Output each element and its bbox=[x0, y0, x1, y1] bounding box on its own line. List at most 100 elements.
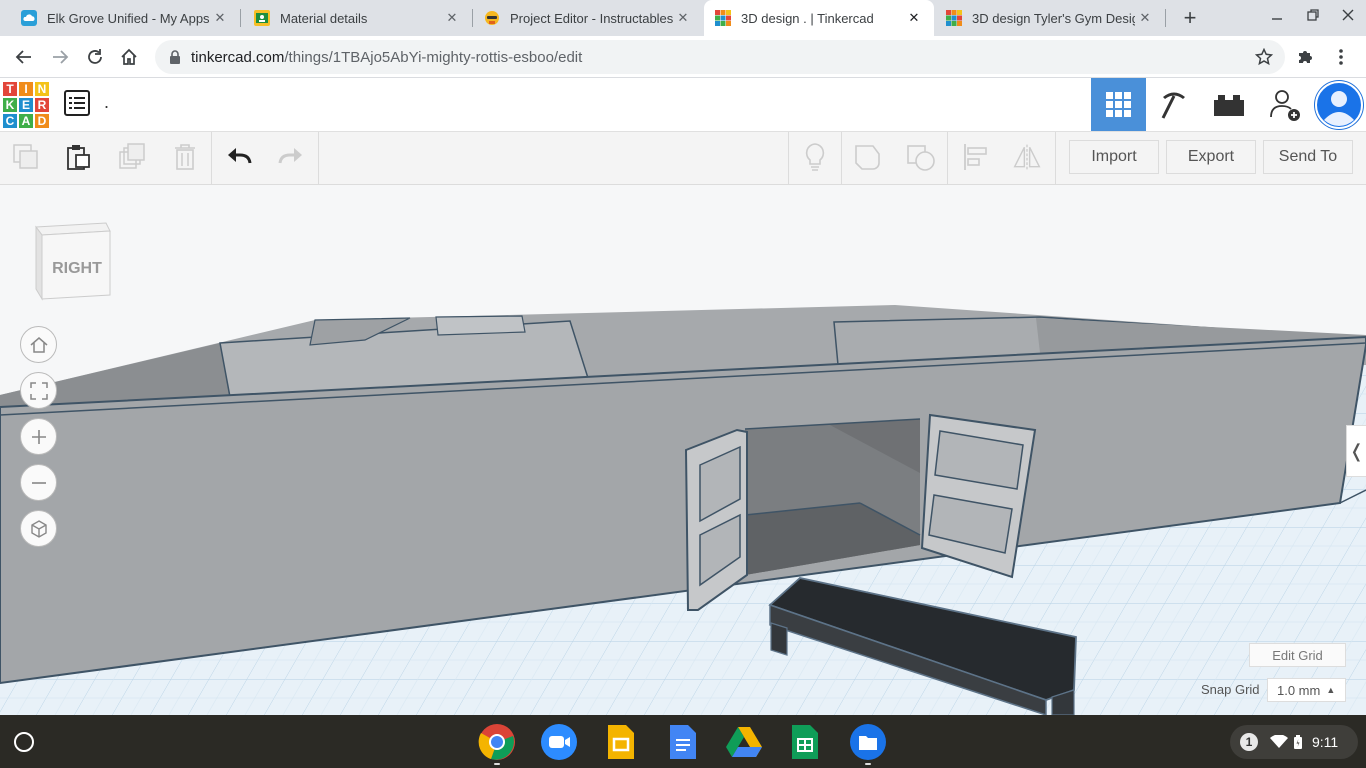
tinkercad-logo[interactable]: T I N K E R C A D bbox=[2, 81, 50, 129]
close-tab-icon[interactable]: ✕ bbox=[904, 10, 924, 26]
chrome-icon[interactable] bbox=[478, 723, 516, 761]
redo-icon bbox=[278, 148, 302, 164]
zoom-out-icon bbox=[31, 481, 46, 484]
bookmark-star-icon[interactable] bbox=[1255, 48, 1273, 66]
tab-title: Elk Grove Unified - My Apps bbox=[47, 10, 210, 26]
forward-icon[interactable] bbox=[46, 43, 74, 71]
paste-button[interactable] bbox=[63, 142, 93, 172]
group-button[interactable] bbox=[853, 142, 883, 172]
edit-grid-button[interactable]: Edit Grid bbox=[1249, 643, 1346, 667]
reload-icon[interactable] bbox=[81, 43, 109, 71]
lock-icon bbox=[170, 50, 180, 64]
snap-grid-select[interactable]: 1.0 mm ▲ bbox=[1267, 678, 1346, 702]
collapse-panel-button[interactable]: ❬ bbox=[1346, 425, 1366, 477]
delete-button[interactable] bbox=[170, 142, 200, 172]
bricks-view-button[interactable] bbox=[1201, 78, 1256, 131]
close-tab-icon[interactable]: ✕ bbox=[442, 10, 462, 26]
close-tab-icon[interactable]: ✕ bbox=[1135, 10, 1155, 26]
drive-icon[interactable] bbox=[725, 723, 763, 761]
zoom-in-icon bbox=[31, 429, 46, 444]
logo-letter: N bbox=[34, 81, 50, 97]
tab-tinkercad-active[interactable]: 3D design . | Tinkercad ✕ bbox=[704, 0, 934, 36]
zoom-out-button[interactable] bbox=[20, 464, 57, 501]
fit-view-button[interactable] bbox=[20, 372, 57, 409]
files-icon[interactable] bbox=[849, 723, 887, 761]
sheets-icon[interactable] bbox=[786, 723, 824, 761]
zoom-icon[interactable] bbox=[540, 723, 578, 761]
workplane-scene[interactable] bbox=[0, 185, 1366, 715]
lightbulb-icon bbox=[805, 143, 825, 171]
home-view-button[interactable] bbox=[20, 326, 57, 363]
back-icon[interactable] bbox=[10, 43, 38, 71]
status-tray[interactable]: 1 9:11 bbox=[1230, 725, 1358, 759]
launcher-icon[interactable] bbox=[14, 732, 34, 752]
logo-letter: C bbox=[2, 113, 18, 129]
mirror-button[interactable] bbox=[1012, 142, 1042, 172]
new-tab-button[interactable]: + bbox=[1178, 4, 1202, 32]
undo-icon bbox=[228, 148, 252, 164]
tinkercad-icon bbox=[946, 10, 962, 26]
wifi-icon bbox=[1270, 735, 1288, 748]
instructables-icon bbox=[485, 11, 499, 25]
add-user-icon bbox=[1269, 89, 1300, 121]
3d-view-button[interactable] bbox=[1091, 78, 1146, 131]
perspective-button[interactable] bbox=[20, 510, 57, 547]
minimize-icon[interactable] bbox=[1265, 8, 1289, 28]
logo-letter: E bbox=[18, 97, 34, 113]
tab-material-details[interactable]: Material details ✕ bbox=[241, 0, 472, 36]
tab-instructables[interactable]: Project Editor - Instructables ✕ bbox=[473, 0, 703, 36]
design-title[interactable]: . bbox=[104, 92, 109, 113]
url-text: tinkercad.com/things/1TBAjo5AbYi-mighty-… bbox=[191, 49, 582, 66]
copy-button[interactable] bbox=[11, 142, 41, 172]
close-tab-icon[interactable]: ✕ bbox=[210, 10, 230, 26]
extensions-icon[interactable] bbox=[1291, 43, 1319, 71]
tab-title: Project Editor - Instructables bbox=[510, 10, 673, 26]
import-button[interactable]: Import bbox=[1069, 140, 1159, 174]
address-bar[interactable]: tinkercad.com/things/1TBAjo5AbYi-mighty-… bbox=[155, 40, 1285, 74]
close-tab-icon[interactable]: ✕ bbox=[673, 10, 693, 26]
undo-button[interactable] bbox=[224, 142, 254, 172]
view-cube[interactable]: RIGHT bbox=[30, 219, 116, 305]
slides-icon[interactable] bbox=[602, 723, 640, 761]
send-to-button[interactable]: Send To bbox=[1263, 140, 1353, 174]
tab-elk-grove[interactable]: Elk Grove Unified - My Apps ✕ bbox=[0, 0, 240, 36]
snap-grid-value: 1.0 mm bbox=[1277, 682, 1321, 698]
home-icon bbox=[30, 336, 47, 353]
logo-letter: T bbox=[2, 81, 18, 97]
restore-icon[interactable] bbox=[1301, 8, 1325, 28]
export-button[interactable]: Export bbox=[1166, 140, 1256, 174]
tinkercad-icon bbox=[715, 10, 731, 26]
tab-tylers-gym[interactable]: 3D design Tyler's Gym Design ✕ bbox=[935, 0, 1165, 36]
align-button[interactable] bbox=[961, 142, 991, 172]
group-icon bbox=[855, 145, 880, 170]
notes-button[interactable] bbox=[800, 142, 830, 172]
toolbar-divider bbox=[211, 132, 212, 185]
close-window-icon[interactable] bbox=[1336, 8, 1360, 28]
tinkercad-header: T I N K E R C A D . bbox=[0, 78, 1366, 132]
toolbar-divider bbox=[318, 132, 319, 185]
zoom-in-button[interactable] bbox=[20, 418, 57, 455]
duplicate-button[interactable] bbox=[117, 142, 147, 172]
workplane-viewport[interactable]: RIGHT ❬ Edit Grid Snap Grid 1.0 mm ▲ bbox=[0, 185, 1366, 715]
invite-user-button[interactable] bbox=[1256, 78, 1311, 131]
docs-icon[interactable] bbox=[664, 723, 702, 761]
view-cube-face-label: RIGHT bbox=[52, 260, 102, 277]
logo-letter: K bbox=[2, 97, 18, 113]
logo-letter: I bbox=[18, 81, 34, 97]
caret-up-icon: ▲ bbox=[1326, 685, 1336, 695]
redo-button[interactable] bbox=[276, 142, 306, 172]
blocks-view-button[interactable] bbox=[1146, 78, 1201, 131]
ungroup-button[interactable] bbox=[906, 142, 936, 172]
tab-title: 3D design Tyler's Gym Design bbox=[972, 10, 1135, 26]
home-icon[interactable] bbox=[115, 43, 143, 71]
browser-toolbar: tinkercad.com/things/1TBAjo5AbYi-mighty-… bbox=[0, 36, 1366, 78]
app-running-indicator bbox=[494, 763, 500, 765]
bench-leg bbox=[770, 622, 788, 656]
toolbar-divider bbox=[1055, 132, 1056, 185]
user-avatar-icon bbox=[1315, 81, 1363, 129]
chrome-menu-icon[interactable] bbox=[1327, 43, 1355, 71]
app-running-indicator bbox=[865, 763, 871, 765]
tab-strip: Elk Grove Unified - My Apps ✕ Material d… bbox=[0, 0, 1366, 36]
avatar[interactable] bbox=[1314, 80, 1364, 130]
design-list-icon[interactable] bbox=[64, 90, 90, 116]
